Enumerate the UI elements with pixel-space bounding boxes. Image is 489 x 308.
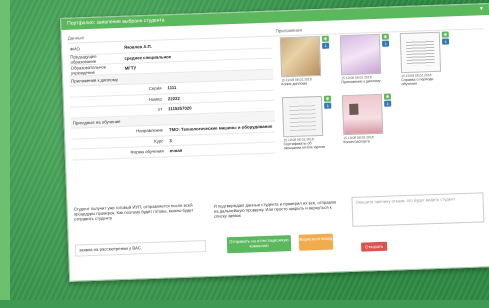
from-value: 1115257020 [168, 105, 192, 112]
attachment-diploma-copy[interactable]: ◉ ⤓ 15.19:08 08.02.2018 Копия диплома [279, 35, 330, 87]
attachment-caption: Копия паспорта [343, 139, 370, 145]
number-value: 22222 [167, 95, 180, 102]
reject-button[interactable]: Отказать [361, 241, 388, 252]
from-label: от [157, 106, 163, 112]
send-to-commission-button[interactable]: Отправить на аттестационную комиссию [226, 235, 292, 254]
attachment-caption: Копия диплома [281, 81, 308, 87]
download-icon[interactable]: ⤓ [324, 102, 332, 109]
panel-title: Портфолио: заявление выбранн студента [67, 17, 165, 27]
download-icon[interactable]: ⤓ [381, 40, 390, 47]
student-application-panel: Портфолио: заявление выбранн студента ▾ … [60, 2, 489, 282]
attachment-diploma-appendix[interactable]: ◉ ⤓ 15.19:08 08.02.2018 Приложение к дип… [339, 33, 390, 85]
eye-icon[interactable]: ◉ [321, 35, 329, 42]
download-icon[interactable]: ⤓ [322, 42, 330, 49]
attachment-caption: Справка о периоде обучения [401, 77, 434, 87]
download-icon[interactable]: ⤓ [441, 38, 450, 45]
institution-label: Образовательное учреждение [70, 64, 107, 76]
eye-icon[interactable]: ◉ [323, 95, 332, 102]
eye-icon[interactable]: ◉ [441, 31, 449, 38]
screenshot-stage: Портфолио: заявление выбранн студента ▾ … [60, 2, 489, 308]
attachment-image[interactable] [281, 95, 324, 138]
attachment-passport-copy[interactable]: ◉ ⤓ 15.19:08 08.02.2018 Копия паспорта [341, 93, 392, 145]
attachment-caption: Сертификаты об окончании on-line курсов [283, 141, 326, 151]
attachment-image[interactable] [341, 93, 384, 136]
chevron-down-icon[interactable]: ▾ [480, 4, 483, 15]
eye-icon[interactable]: ◉ [383, 93, 392, 100]
student-note: Студент получит уже готовый ИУП, отправл… [73, 202, 194, 223]
form-of-study-value: очная [169, 148, 183, 154]
direction-value: ТМО: Технологические машины и оборудован… [168, 123, 273, 133]
direction-label: Направление [136, 127, 164, 134]
attachment-online-courses[interactable]: ◉ ⤓ 15.19:08 08.02.2018 Сертификаты об о… [281, 95, 332, 151]
back-button[interactable]: Вернуться назад [298, 233, 334, 251]
attachments-column-label: Приложения [275, 27, 302, 34]
attachment-image[interactable] [339, 33, 382, 76]
fio-label: ФИО [70, 46, 80, 52]
download-icon[interactable]: ⤓ [384, 100, 392, 107]
confirm-note: Я подтверждаю данные студента и проверил… [213, 199, 337, 220]
study-section-label: Пригодные на обучение [72, 118, 121, 126]
status-field: заявка на рассмотрении у ВАС [74, 240, 207, 257]
attachment-caption: Приложение к диплому [341, 78, 381, 85]
student-data-table: ФИО Яковлев А.П. Предыдущее образование … [67, 37, 276, 161]
actions-area: Студент получит уже готовый ИУП, отправл… [74, 192, 489, 257]
attachment-image[interactable] [399, 31, 442, 74]
form-of-study-label: Форма обучения [130, 148, 164, 155]
diploma-section-label: Приложения к диплому [71, 76, 119, 84]
attachments-grid: ◉ ⤓ 15.19:08 08.02.2018 Копия диплома ◉ … [279, 30, 489, 187]
left-strip [0, 0, 10, 300]
series-label: Серия [148, 85, 162, 92]
series-value: 1111 [167, 85, 177, 91]
attachment-study-certificate[interactable]: ◉ ⤓ 15.19:08 08.02.2018 Справка о период… [399, 31, 450, 87]
attachment-image[interactable] [279, 35, 322, 78]
reject-reason-textarea[interactable]: Опишите причину отказа, это будет видеть… [351, 192, 485, 227]
eye-icon[interactable]: ◉ [381, 33, 389, 40]
course-value: 3 [169, 137, 172, 144]
number-label: Номер [148, 96, 162, 102]
course-label: Курс [154, 138, 164, 144]
